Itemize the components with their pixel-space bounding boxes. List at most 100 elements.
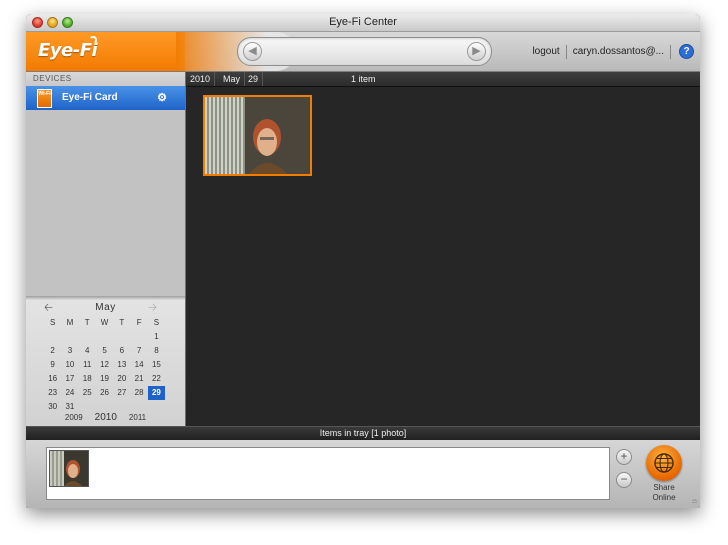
calendar-day[interactable]: 1	[148, 330, 165, 344]
weekday-label: F	[136, 318, 142, 327]
breadcrumb-day[interactable]: 29	[244, 72, 264, 86]
arrow-left-icon: ◀	[248, 45, 257, 57]
calendar-empty-cell	[61, 330, 78, 344]
calendar-day-selected[interactable]: 29	[147, 386, 166, 400]
calendar-header: May 🡠 🡢	[26, 302, 185, 314]
calendar-day[interactable]: 23	[44, 386, 61, 400]
calendar-day[interactable]: 21	[130, 372, 147, 386]
forward-button[interactable]: ▶	[467, 42, 486, 61]
navigation-bar: ◀ ▶	[237, 37, 492, 66]
device-label: Eye-Fi Card	[62, 92, 118, 103]
gear-icon[interactable]: ⚙	[157, 86, 167, 110]
calendar-day[interactable]: 6	[113, 344, 130, 358]
calendar-empty-cell	[113, 330, 130, 344]
calendar-day[interactable]: 5	[96, 344, 113, 358]
breadcrumb-month[interactable]: May	[219, 72, 246, 86]
photo-thumbnail[interactable]	[203, 95, 312, 176]
calendar-day[interactable]: 24	[61, 386, 78, 400]
divider	[670, 44, 671, 59]
weekday-label: S	[49, 318, 56, 327]
eyefi-logo: Eye-Fi	[38, 40, 98, 61]
calendar-day[interactable]: 25	[79, 386, 96, 400]
previous-month-icon[interactable]: 🡠	[44, 302, 53, 314]
next-month-icon[interactable]: 🡢	[148, 302, 157, 314]
window-title: Eye-Fi Center	[329, 16, 397, 28]
tray: + − Share Online ≏	[26, 440, 700, 508]
calendar: May 🡠 🡢 S M T W T F S 1 2 3 4 5 6 7 8 9 10 11 12 13 14 15 16 17…	[26, 300, 185, 426]
share-online-label: Share Online	[638, 483, 690, 503]
calendar-years: 2009 2010 2011	[26, 412, 185, 423]
tray-header: Items in tray [1 photo]	[26, 426, 700, 440]
weekday-label: S	[153, 318, 160, 327]
divider	[565, 44, 567, 59]
card-icon-text: Wi-Fi	[38, 91, 51, 97]
weekday-label: T	[84, 318, 90, 327]
calendar-day[interactable]: 13	[113, 358, 130, 372]
weekday-label: W	[100, 318, 109, 327]
tray-photo-image	[50, 451, 88, 486]
calendar-day[interactable]: 4	[79, 344, 96, 358]
logout-link[interactable]: logout	[532, 46, 559, 57]
devices-section-label: DEVICES	[26, 72, 185, 86]
calendar-grid: S M T W T F S 1 2 3 4 5 6 7 8 9 10 11 12 13 14 15 16 17 18 19 20 21…	[44, 316, 166, 414]
calendar-day[interactable]: 19	[96, 372, 113, 386]
share-label-line-1: Share	[653, 483, 675, 492]
minimize-window-button[interactable]	[47, 17, 58, 28]
calendar-day[interactable]: 17	[61, 372, 78, 386]
calendar-day[interactable]: 9	[44, 358, 61, 372]
weekday-label: M	[66, 318, 74, 327]
back-button[interactable]: ◀	[243, 42, 262, 61]
eyefi-window: Eye-Fi Center Eye-Fi ◀ ▶ logout caryn.do…	[26, 14, 700, 508]
resize-grip-icon[interactable]: ≏	[691, 497, 698, 506]
calendar-day[interactable]: 15	[148, 358, 165, 372]
globe-icon	[654, 453, 674, 473]
calendar-day[interactable]: 10	[61, 358, 78, 372]
help-icon[interactable]: ?	[679, 44, 694, 59]
calendar-day[interactable]: 12	[96, 358, 113, 372]
calendar-day[interactable]: 20	[113, 372, 130, 386]
calendar-empty-cell	[96, 330, 113, 344]
account-link[interactable]: caryn.dossantos@...	[573, 46, 664, 57]
calendar-day[interactable]: 22	[148, 372, 165, 386]
logo-area: Eye-Fi	[26, 32, 185, 71]
arrow-right-icon: ▶	[472, 45, 481, 57]
sidebar: DEVICES Wi-Fi Eye-Fi Card ⚙ May 🡠 🡢 S M T W…	[26, 72, 186, 426]
calendar-day[interactable]: 18	[79, 372, 96, 386]
breadcrumb-year[interactable]: 2010	[186, 72, 216, 86]
calendar-day[interactable]: 7	[130, 344, 147, 358]
calendar-day[interactable]: 11	[79, 358, 96, 372]
zoom-window-button[interactable]	[62, 17, 73, 28]
sidebar-item-eyefi-card[interactable]: Wi-Fi Eye-Fi Card ⚙	[26, 86, 185, 110]
tray-drop-area[interactable]	[46, 447, 610, 500]
remove-from-tray-button[interactable]: −	[616, 472, 632, 488]
calendar-day[interactable]: 2	[44, 344, 61, 358]
calendar-year[interactable]: 2009	[65, 413, 83, 422]
title-bar: Eye-Fi Center	[26, 14, 700, 32]
sd-card-icon: Wi-Fi	[37, 89, 52, 108]
app-header: Eye-Fi ◀ ▶ logout caryn.dossantos@... ?	[26, 32, 700, 72]
header-links: logout caryn.dossantos@... ?	[532, 32, 694, 71]
calendar-empty-cell	[130, 330, 147, 344]
tray-label: Items in tray [1 photo]	[319, 428, 407, 438]
photo-image	[205, 97, 310, 174]
tray-photo-thumbnail[interactable]	[49, 450, 89, 487]
calendar-empty-cell	[79, 330, 96, 344]
add-to-tray-button[interactable]: +	[616, 449, 632, 465]
calendar-day[interactable]: 16	[44, 372, 61, 386]
calendar-day[interactable]: 26	[96, 386, 113, 400]
calendar-year[interactable]: 2010	[95, 412, 117, 423]
calendar-day[interactable]: 27	[113, 386, 130, 400]
calendar-year[interactable]: 2011	[129, 413, 146, 422]
calendar-empty-cell	[44, 330, 61, 344]
breadcrumb: 2010 May 29 1 item	[186, 72, 700, 87]
close-window-button[interactable]	[32, 17, 43, 28]
share-online-button[interactable]	[646, 445, 682, 481]
share-label-line-2: Online	[652, 493, 676, 502]
calendar-day[interactable]: 3	[61, 344, 78, 358]
weekday-label: T	[119, 318, 125, 327]
calendar-day[interactable]: 28	[130, 386, 147, 400]
calendar-day[interactable]: 14	[130, 358, 147, 372]
item-count: 1 item	[351, 74, 376, 84]
calendar-day[interactable]: 8	[148, 344, 165, 358]
photo-browser: 2010 May 29 1 item	[186, 72, 700, 426]
